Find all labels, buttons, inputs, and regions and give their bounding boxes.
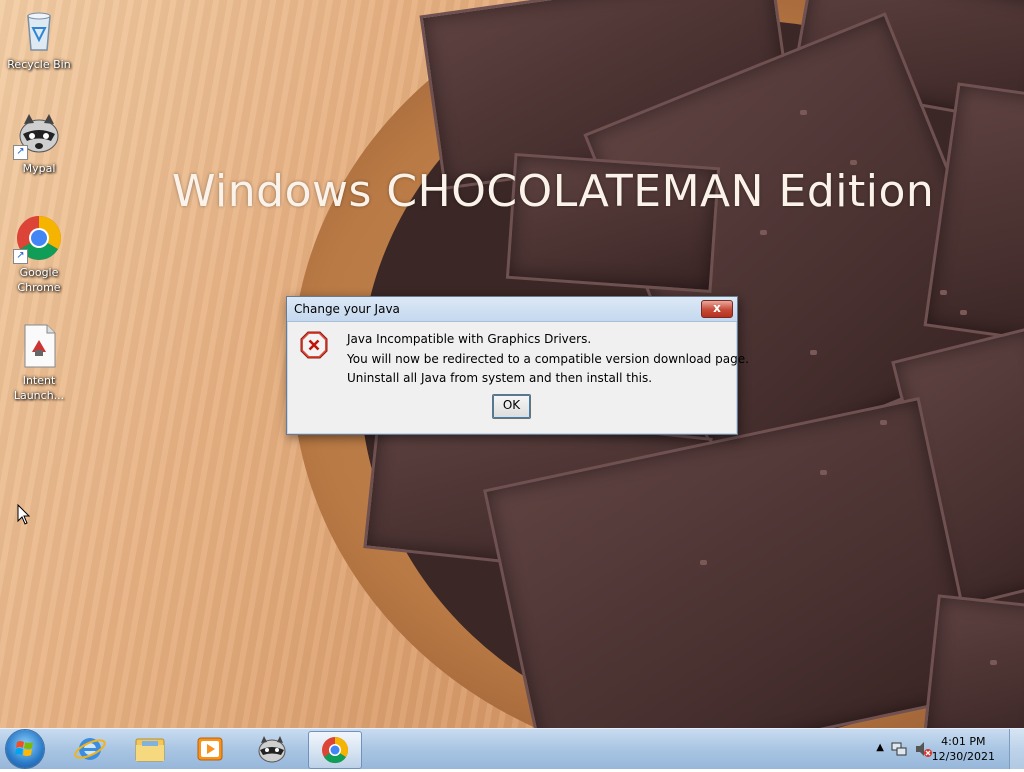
shortcut-arrow-icon: ↗ <box>13 249 28 264</box>
file-explorer-icon <box>135 738 165 762</box>
chrome-icon: ↗ <box>13 214 63 264</box>
taskbar-media-player[interactable] <box>184 731 236 767</box>
raccoon-icon: ↗ <box>13 110 63 160</box>
desktop-icon-mypal[interactable]: ↗ Mypal <box>1 110 77 176</box>
java-error-dialog: Change your Java x Java Incompatible wit… <box>286 296 749 435</box>
internet-explorer-icon <box>74 738 106 760</box>
dialog-message-line: Uninstall all Java from system and then … <box>347 371 653 385</box>
dialog-message-line: Java Incompatible with Graphics Drivers. <box>347 332 592 346</box>
system-clock[interactable]: 4:01 PM 12/30/2021 <box>932 734 995 764</box>
media-player-icon <box>197 737 223 761</box>
network-icon[interactable] <box>890 740 908 762</box>
dialog-titlebar[interactable]: Change your Java x <box>287 297 737 322</box>
close-icon: x <box>713 301 721 315</box>
recycle-bin-icon <box>15 6 63 54</box>
error-icon <box>300 331 328 359</box>
chrome-icon <box>322 737 349 764</box>
volume-muted-icon[interactable] <box>914 740 932 762</box>
desktop-icon-google-chrome[interactable]: ↗ Google Chrome <box>1 214 77 295</box>
chocolate-piece <box>922 594 1024 728</box>
show-hidden-icons-chevron[interactable]: ▲ <box>876 742 884 753</box>
windows-logo-icon <box>15 741 33 756</box>
wallpaper-title: Windows CHOCOLATEMAN Edition <box>172 166 935 217</box>
mouse-cursor-icon <box>17 503 31 530</box>
taskbar-internet-explorer[interactable] <box>64 731 116 767</box>
close-button[interactable]: x <box>701 300 733 318</box>
shortcut-arrow-icon: ↗ <box>13 145 28 160</box>
desktop-icon-label: Recycle Bin <box>7 58 71 71</box>
taskbar: ▲ 4:01 PM 12/30/2021 <box>0 728 1024 769</box>
taskbar-file-explorer[interactable] <box>124 731 176 767</box>
desktop-icon-label: Intent Launch... <box>13 374 65 402</box>
mypal-icon <box>258 736 286 763</box>
ok-button[interactable]: OK <box>492 394 531 419</box>
taskbar-mypal[interactable] <box>246 731 298 767</box>
clock-date: 12/30/2021 <box>931 750 995 763</box>
desktop-icon-intent-launcher[interactable]: Intent Launch... <box>1 322 77 403</box>
desktop-icon-label: Google Chrome <box>17 266 61 294</box>
clock-time: 4:01 PM <box>941 735 986 748</box>
desktop-icon-label: Mypal <box>22 162 56 175</box>
dialog-message-line: You will now be redirected to a compatib… <box>347 352 749 366</box>
dialog-title: Change your Java <box>294 302 400 316</box>
show-desktop-button[interactable] <box>1009 729 1024 769</box>
start-button[interactable] <box>6 730 44 768</box>
document-icon <box>15 322 63 370</box>
taskbar-chrome[interactable] <box>308 731 362 769</box>
desktop-icon-recycle-bin[interactable]: Recycle Bin <box>1 6 77 72</box>
